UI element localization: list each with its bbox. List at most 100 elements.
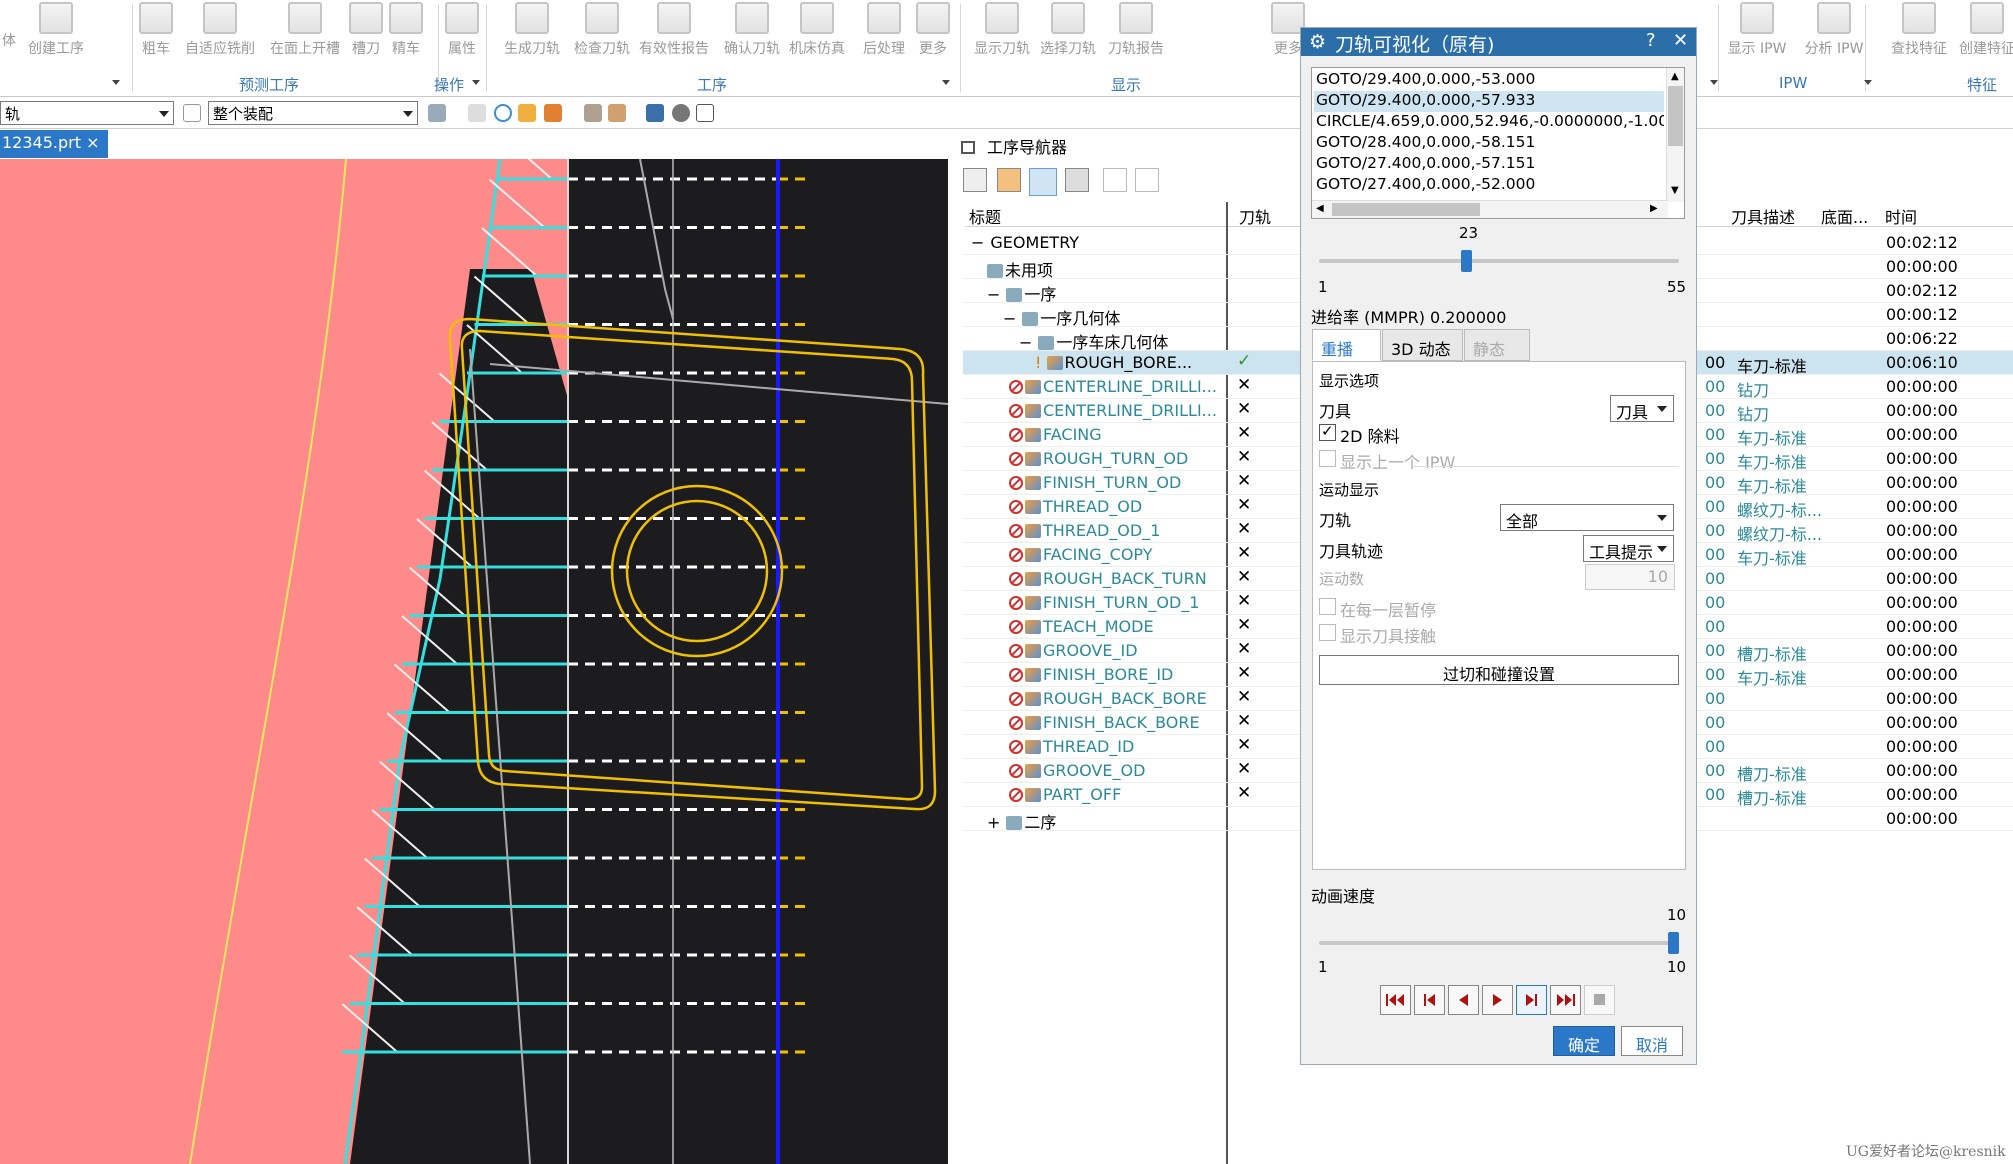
pause-each-layer-checkbox[interactable] [1319, 598, 1336, 615]
geometry-view-icon[interactable] [1029, 168, 1057, 196]
ribbon-button[interactable]: 在面上开槽 [265, 0, 345, 58]
filter-icon[interactable] [183, 104, 201, 122]
speed-slider-thumb[interactable] [1668, 932, 1679, 954]
tab-replay[interactable]: 重播 [1312, 329, 1381, 361]
horizontal-scrollbar[interactable]: ◀ ▶ [1312, 200, 1668, 218]
ribbon-button[interactable]: 更多 [915, 0, 951, 58]
show-tool-contact-checkbox[interactable] [1319, 624, 1336, 641]
fast-forward-to-end-button[interactable] [1550, 985, 1581, 1015]
truncated-column: 00 [1705, 377, 1726, 396]
trace-select[interactable]: 工具提示 [1583, 535, 1674, 562]
play-button[interactable] [1482, 985, 1513, 1015]
file-tab[interactable]: 12345.prt × [0, 130, 108, 158]
col-floor[interactable]: 底面... [1821, 204, 1868, 228]
collapse-toggle[interactable]: − [987, 285, 1000, 304]
truncated-column: 00 [1705, 401, 1726, 420]
ribbon-button[interactable]: 选择刀轨 [1036, 0, 1100, 58]
ok-button[interactable]: 确定 [1553, 1026, 1615, 1056]
ribbon-button[interactable]: 自适应铣削 [180, 0, 260, 58]
close-tab-icon[interactable]: × [86, 133, 99, 152]
toolpath-list-item[interactable]: GOTO/29.400,0.000,-53.000 [1314, 70, 1664, 91]
collapse-toggle[interactable]: − [971, 233, 984, 252]
ribbon-button-icon [800, 2, 834, 34]
tool-view-icon[interactable] [997, 168, 1021, 192]
path-select[interactable]: 全部 [1500, 504, 1674, 531]
ribbon-button[interactable]: 精车 [388, 0, 424, 58]
program-view-icon[interactable] [963, 168, 987, 192]
ribbon-button[interactable]: 查找特征 [1887, 0, 1951, 58]
ribbon-button[interactable]: 有效性报告 [634, 0, 714, 58]
play-reverse-button[interactable] [1448, 985, 1479, 1015]
body-select-icon[interactable] [544, 104, 562, 122]
component-icon[interactable] [584, 104, 602, 122]
toolpath-list-item[interactable]: GOTO/27.400,0.000,-57.151 [1314, 154, 1664, 175]
ribbon-button[interactable]: 显示 IPW [1725, 0, 1789, 58]
face-select-icon[interactable] [518, 104, 536, 122]
type-filter-select[interactable]: 轨 [0, 101, 174, 125]
tab-3d-dynamic[interactable]: 3D 动态 [1382, 329, 1463, 361]
speed-slider-track[interactable] [1319, 932, 1679, 954]
operation-name: FINISH_BORE_ID [1009, 665, 1173, 684]
next-step-button[interactable] [1516, 985, 1547, 1015]
collapse-toggle[interactable]: − [1019, 333, 1032, 352]
toolpath-list-item[interactable]: GOTO/29.400,0.000,-57.933 [1314, 91, 1664, 112]
circle-select-icon[interactable] [494, 104, 512, 122]
close-button[interactable]: ✕ [1673, 30, 1688, 51]
group-display: 显示 [1111, 76, 1142, 94]
motion-count-input[interactable]: 10 [1585, 564, 1675, 590]
show-prev-ipw-checkbox[interactable] [1319, 450, 1336, 467]
previous-step-button[interactable] [1414, 985, 1445, 1015]
part-icon[interactable] [608, 104, 626, 122]
toolpath-list-item[interactable]: GOTO/28.400,0.000,-58.151 [1314, 133, 1664, 154]
ribbon-button[interactable]: 粗车 [138, 0, 174, 58]
position-slider-thumb[interactable] [1461, 250, 1473, 272]
ribbon-button[interactable]: 检查刀轨 [570, 0, 634, 58]
ribbon-button[interactable]: 显示刀轨 [970, 0, 1034, 58]
ribbon-button[interactable]: 确认刀轨 [720, 0, 784, 58]
deselect-icon[interactable] [468, 104, 486, 122]
wcs-icon[interactable] [646, 104, 664, 122]
collapse-icon[interactable] [1135, 168, 1159, 192]
method-view-icon[interactable] [1065, 168, 1089, 192]
ribbon-button[interactable]: 刀轨报告 [1104, 0, 1168, 58]
assembly-select[interactable]: 整个装配 [208, 101, 418, 125]
stop-button[interactable] [1584, 985, 1615, 1015]
graphics-viewport[interactable] [0, 159, 948, 1164]
col-time[interactable]: 时间 [1885, 204, 1917, 228]
ribbon-button[interactable]: 槽刀 [348, 0, 384, 58]
help-button[interactable]: ? [1646, 30, 1656, 51]
tab-static[interactable]: 静态 [1464, 329, 1530, 361]
snap-icon[interactable] [672, 104, 690, 122]
tool-select[interactable]: 刀具 [1610, 395, 1674, 422]
rewind-to-start-button[interactable] [1380, 985, 1411, 1015]
toolpath-list-item[interactable]: GOTO/27.400,0.000,-52.000 [1314, 175, 1664, 196]
vertical-scrollbar[interactable]: ▲ ▼ [1666, 68, 1684, 202]
col-toolpath[interactable]: 刀轨 [1239, 204, 1271, 228]
col-title[interactable]: 标题 [969, 204, 1001, 228]
select-mode-icon[interactable] [428, 104, 446, 122]
percent-icon[interactable] [696, 104, 714, 122]
expand-icon[interactable] [1103, 168, 1127, 192]
col-tool-desc[interactable]: 刀具描述 [1731, 204, 1795, 228]
gouge-collision-settings-button[interactable]: 过切和碰撞设置 [1319, 655, 1679, 685]
group-operation[interactable]: 操作 [434, 74, 464, 95]
position-slider-track[interactable] [1319, 250, 1679, 272]
toolpath-listbox[interactable]: GOTO/29.400,0.000,-53.000 GOTO/29.400,0.0… [1311, 67, 1685, 219]
ribbon-button[interactable]: 属性 [444, 0, 480, 58]
no-toolpath-icon [1009, 668, 1023, 682]
remove-2d-checkbox[interactable]: ✓ [1319, 422, 1336, 441]
expand-toggle[interactable]: + [987, 813, 1000, 832]
ribbon-button[interactable]: 体 [0, 30, 18, 50]
toolpath-list-item[interactable]: CIRCLE/4.659,0.000,52.946,-0.0000000,-1.… [1314, 112, 1664, 133]
no-toolpath-icon [1009, 740, 1023, 754]
trace-label: 刀具轨迹 [1319, 542, 1384, 561]
ribbon-button[interactable]: 创建特征 [1957, 0, 2013, 58]
ribbon-button[interactable]: 机床仿真 [785, 0, 849, 58]
ribbon-button[interactable]: 分析 IPW [1802, 0, 1866, 58]
cancel-button[interactable]: 取消 [1621, 1026, 1683, 1056]
ribbon-button[interactable]: 后处理 [860, 0, 908, 58]
collapse-toggle[interactable]: − [1003, 309, 1016, 328]
ribbon-button[interactable]: 创建工序 [24, 0, 88, 58]
ribbon-button[interactable]: 生成刀轨 [500, 0, 564, 58]
toolpath-canvas [0, 159, 948, 1164]
